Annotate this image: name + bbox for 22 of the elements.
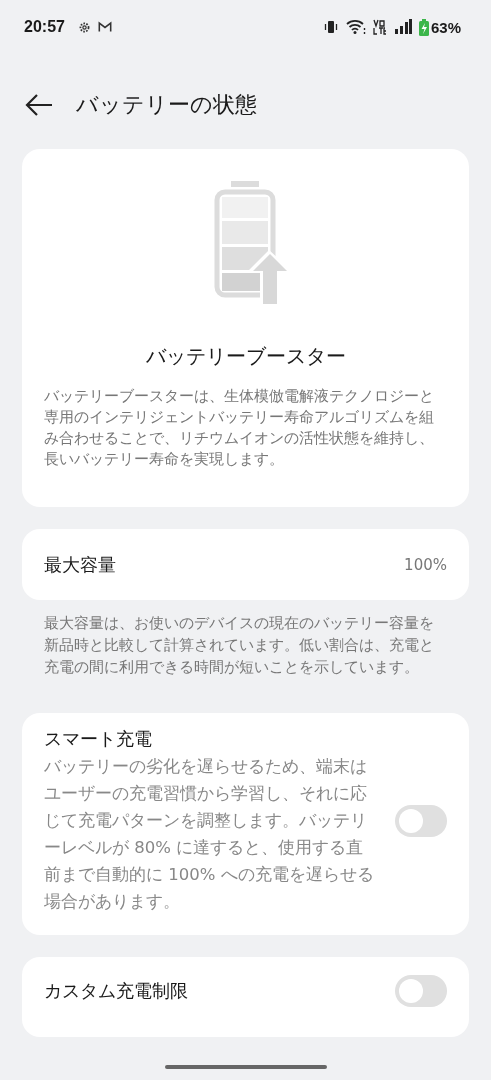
volte-icon (372, 19, 387, 35)
toggle-switch[interactable] (395, 805, 447, 837)
vibrate-icon (322, 19, 339, 35)
signal-icon (393, 19, 412, 35)
back-arrow-icon[interactable] (24, 93, 54, 117)
capacity-note: 最大容量は、お使いのデバイスの現在のバッテリー容量を新品時と比較して計算されています。低い割合は、充電と充電の間に利用できる時間が短いことを示しています。 (43, 614, 435, 677)
home-indicator[interactable] (165, 1065, 327, 1069)
setting-label: スマート充電 (44, 727, 153, 751)
setting-description: バッテリーの劣化を遅らせるため、端末はユーザーの充電習慣から学習し、それに応じて充電パターンを調整します。バッテリーレベルが 80% に達すると、使用する直前まで自動的に 100% への充電を遅らせる場合があります。 (44, 756, 374, 913)
battery-charging-icon (418, 18, 429, 36)
mail-icon (97, 21, 112, 33)
toggle-switch[interactable] (395, 975, 447, 1007)
row-value: 100% (404, 555, 447, 574)
wifi-icon (345, 19, 366, 35)
card-title: バッテリーブースター (145, 343, 346, 370)
gear-icon (77, 20, 91, 34)
card-description: バッテリーブースターは、生体模倣電解液テクノロジーと専用のインテリジェントバッテリー寿命アルゴリズムを組み合わせることで、リチウムイオンの活性状態を維持し、長いバッテリー寿命を実現します。 (44, 387, 435, 469)
battery-percentage: 63% (430, 18, 461, 36)
setting-label: カスタム充電制限 (44, 979, 189, 1003)
row-label: 最大容量 (44, 552, 116, 577)
status-time: 20:57 (24, 18, 65, 36)
page-title: バッテリーの状態 (76, 91, 257, 119)
